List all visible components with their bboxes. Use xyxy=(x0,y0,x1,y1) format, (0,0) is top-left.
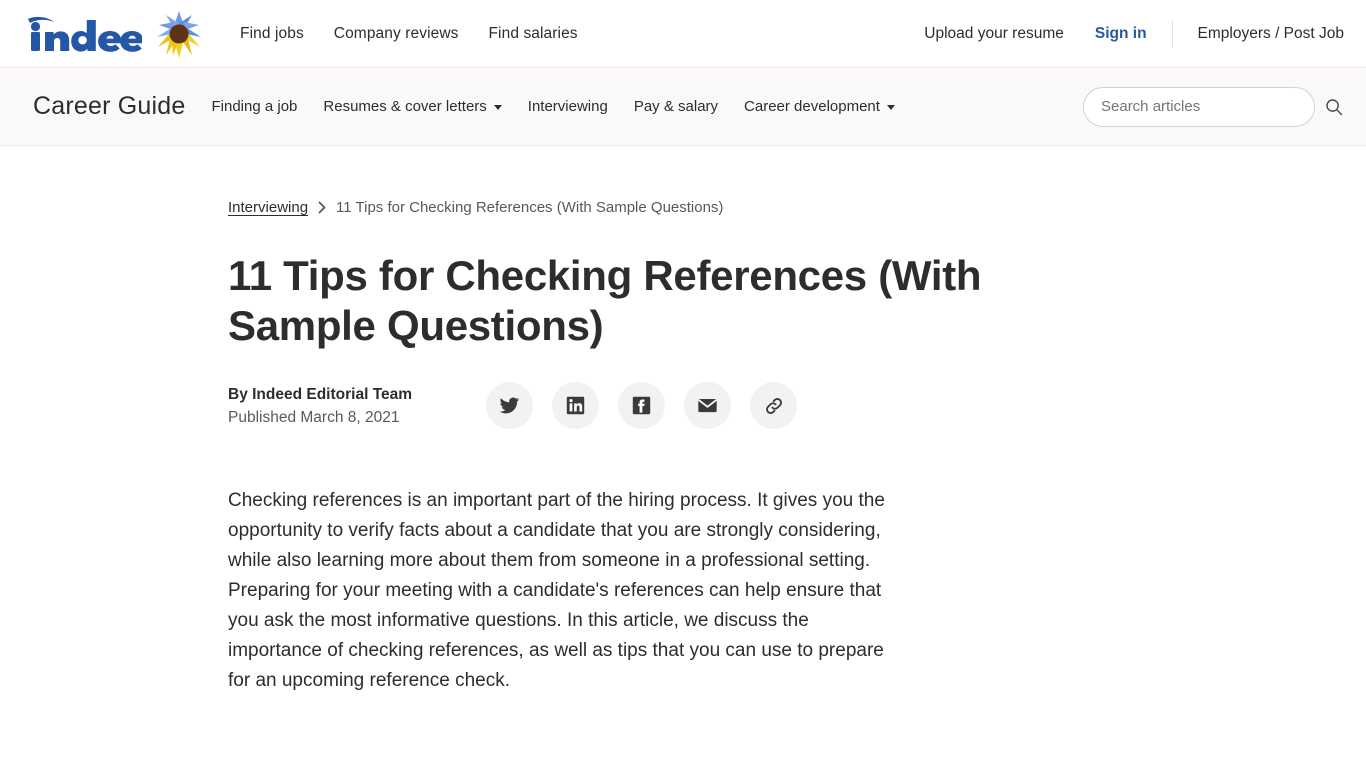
intro-paragraph: Checking references is an important part… xyxy=(228,490,885,691)
header-divider xyxy=(1171,19,1173,48)
guide-nav-label: Interviewing xyxy=(527,98,608,115)
share-buttons xyxy=(486,382,797,429)
nav-find-jobs[interactable]: Find jobs xyxy=(240,25,304,43)
search-area xyxy=(1083,86,1344,127)
article-main: Interviewing 11 Tips for Checking Refere… xyxy=(0,146,1366,696)
facebook-icon xyxy=(632,396,651,415)
share-twitter-button[interactable] xyxy=(486,382,533,429)
nav-company-reviews[interactable]: Company reviews xyxy=(334,25,459,43)
chevron-right-icon xyxy=(318,201,326,214)
breadcrumb-separator-icon xyxy=(318,201,326,214)
breadcrumb: Interviewing 11 Tips for Checking Refere… xyxy=(228,199,1366,216)
link-icon xyxy=(765,397,782,414)
employers-post-job-link[interactable]: Employers / Post Job xyxy=(1198,25,1344,43)
guide-nav-label: Career development xyxy=(744,98,880,115)
chevron-down-icon xyxy=(886,105,895,110)
guide-nav-career-development[interactable]: Career development xyxy=(744,98,895,115)
linkedin-icon xyxy=(566,396,585,415)
guide-nav-label: Pay & salary xyxy=(633,98,719,115)
career-guide-nav: Finding a job Resumes & cover letters In… xyxy=(211,98,895,115)
chevron-down-icon xyxy=(493,105,502,110)
byline-text: By Indeed Editorial Team Published March… xyxy=(228,383,486,429)
article-published-date: Published March 8, 2021 xyxy=(228,408,400,426)
article-body: Checking references is an important part… xyxy=(228,486,890,696)
guide-nav-pay-salary[interactable]: Pay & salary xyxy=(634,98,718,115)
email-icon xyxy=(697,398,718,413)
article-author: By Indeed Editorial Team xyxy=(228,385,413,403)
breadcrumb-parent-link[interactable]: Interviewing xyxy=(228,199,308,216)
search-input[interactable] xyxy=(1083,86,1315,127)
share-linkedin-button[interactable] xyxy=(552,382,599,429)
guide-nav-finding-a-job[interactable]: Finding a job xyxy=(211,98,297,115)
sunflower-icon xyxy=(157,10,201,58)
share-email-button[interactable] xyxy=(684,382,731,429)
guide-nav-label: Finding a job xyxy=(211,98,298,115)
indeed-logo-link[interactable] xyxy=(24,9,204,59)
guide-nav-resumes-cover-letters[interactable]: Resumes & cover letters xyxy=(323,98,502,115)
search-glyph xyxy=(1326,98,1343,115)
page-title: 11 Tips for Checking References (With Sa… xyxy=(228,252,982,349)
upload-resume-link[interactable]: Upload your resume xyxy=(924,25,1064,43)
breadcrumb-current: 11 Tips for Checking References (With Sa… xyxy=(336,199,724,216)
guide-nav-label: Resumes & cover letters xyxy=(323,98,487,115)
primary-nav: Find jobs Company reviews Find salaries xyxy=(240,25,578,43)
twitter-icon xyxy=(499,397,520,414)
career-guide-bar: Career Guide Finding a job Resumes & cov… xyxy=(0,68,1366,146)
guide-nav-interviewing[interactable]: Interviewing xyxy=(528,98,608,115)
global-header: Find jobs Company reviews Find salaries … xyxy=(0,0,1366,68)
share-copy-link-button[interactable] xyxy=(750,382,797,429)
nav-find-salaries[interactable]: Find salaries xyxy=(488,25,577,43)
indeed-wordmark-icon xyxy=(28,16,142,52)
byline-row: By Indeed Editorial Team Published March… xyxy=(228,382,1366,429)
sign-in-link[interactable]: Sign in xyxy=(1095,25,1147,43)
header-actions: Upload your resume Sign in Employers / P… xyxy=(924,19,1344,48)
search-icon[interactable] xyxy=(1324,97,1344,117)
career-guide-title[interactable]: Career Guide xyxy=(33,92,185,121)
share-facebook-button[interactable] xyxy=(618,382,665,429)
